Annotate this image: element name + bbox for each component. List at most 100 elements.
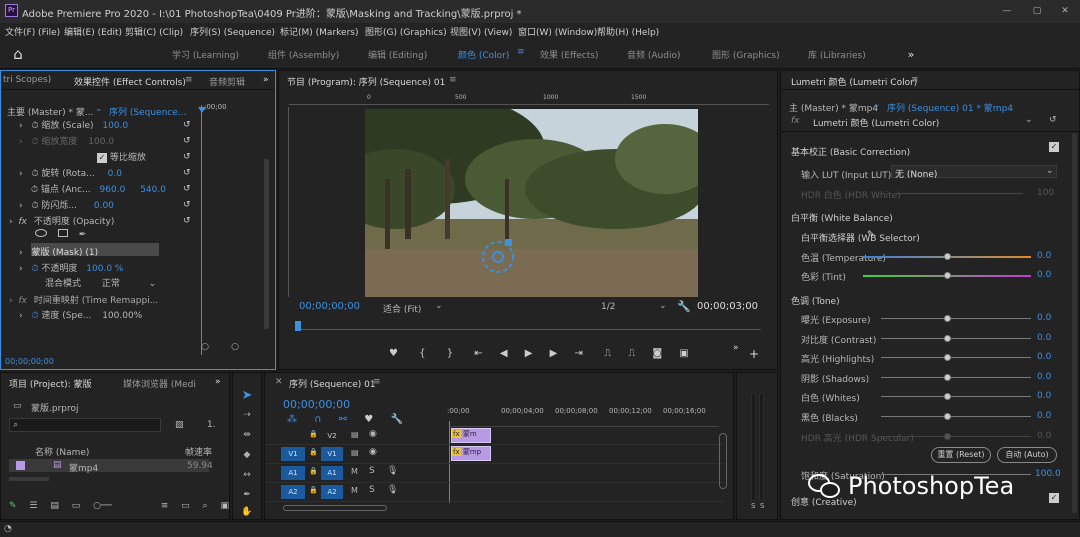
- new-item-icon[interactable]: ▣: [220, 501, 229, 511]
- menu-graphics[interactable]: 图形(G) (Graphics): [365, 25, 447, 38]
- mark-in-icon[interactable]: {: [419, 348, 425, 359]
- workspace-effects[interactable]: 效果 (Effects): [540, 48, 598, 61]
- tab-project[interactable]: 项目 (Project): 蒙版: [9, 377, 92, 390]
- menu-edit[interactable]: 编辑(E) (Edit): [64, 25, 122, 38]
- stopwatch-icon[interactable]: ⏱: [31, 121, 38, 131]
- project-search-input[interactable]: ⌕: [9, 418, 161, 432]
- linked-selection-icon[interactable]: ⚯: [339, 414, 347, 425]
- anchor-y-value[interactable]: 540.0: [140, 185, 166, 195]
- pen-tool-icon[interactable]: ✒: [239, 487, 255, 503]
- folder-icon[interactable]: ▭: [181, 501, 190, 511]
- creative-checkbox[interactable]: ✓: [1049, 493, 1059, 503]
- mask-label[interactable]: 蒙版 (Mask) (1): [31, 248, 98, 258]
- tone-slider[interactable]: [881, 396, 1031, 398]
- snap-icon[interactable]: ∩: [314, 414, 321, 425]
- stopwatch-icon[interactable]: ⏱: [31, 201, 38, 211]
- mark-out-icon[interactable]: }: [447, 348, 453, 359]
- dropdown-icon[interactable]: ⌄: [873, 100, 881, 110]
- step-back-icon[interactable]: ◀: [500, 348, 508, 359]
- project-hscroll[interactable]: [9, 477, 49, 481]
- expand-icon[interactable]: ›: [19, 248, 23, 258]
- ellipse-mask-icon[interactable]: [35, 229, 47, 237]
- tone-knob[interactable]: [944, 315, 951, 322]
- reset-icon[interactable]: ↺: [1049, 115, 1057, 125]
- expand-icon[interactable]: ›: [19, 201, 23, 211]
- menu-clip[interactable]: 剪辑(C) (Clip): [125, 25, 183, 38]
- reset-icon[interactable]: ↺: [183, 117, 193, 133]
- tab-scopes[interactable]: tri Scopes): [3, 75, 51, 85]
- resolution-dropdown[interactable]: 1/2: [601, 302, 615, 312]
- opacity-value[interactable]: 100.0 %: [86, 264, 123, 274]
- reset-icon[interactable]: ↺: [183, 133, 193, 149]
- minimize-icon[interactable]: —: [1000, 4, 1014, 18]
- panel-menu-icon[interactable]: ≡: [185, 75, 193, 85]
- expand-icon[interactable]: ›: [19, 311, 23, 321]
- tone-knob[interactable]: [944, 354, 951, 362]
- program-timecode[interactable]: 00;00;00;00: [299, 301, 360, 312]
- fit-dropdown[interactable]: 适合 (Fit): [383, 302, 421, 315]
- sort-icon[interactable]: ≡: [161, 501, 169, 511]
- lift-icon[interactable]: ⎍: [604, 348, 611, 359]
- microphone-icon[interactable]: 🎙: [387, 485, 398, 495]
- menu-file[interactable]: 文件(F) (File): [5, 25, 60, 38]
- menu-window[interactable]: 窗口(W) (Window): [518, 25, 597, 38]
- reset-icon[interactable]: ↺: [183, 181, 193, 197]
- play-icon[interactable]: ▶: [525, 348, 533, 359]
- lock-icon[interactable]: 🔒: [309, 430, 318, 438]
- tone-header[interactable]: 色调 (Tone): [791, 294, 840, 307]
- auto-button[interactable]: 自动 (Auto): [997, 447, 1057, 463]
- white-balance-header[interactable]: 白平衡 (White Balance): [791, 211, 893, 224]
- reset-icon[interactable]: ↺: [183, 213, 193, 229]
- tone-slider[interactable]: [881, 337, 1031, 339]
- selection-tool-icon[interactable]: ➤: [239, 387, 255, 403]
- solo-icon[interactable]: S: [369, 466, 375, 476]
- tone-slider[interactable]: [881, 357, 1031, 359]
- eyedropper-icon[interactable]: ✎: [867, 230, 875, 240]
- video-frame[interactable]: [365, 109, 698, 297]
- zoom-slider-knob-icon[interactable]: ○: [201, 342, 209, 352]
- freeform-view-icon[interactable]: ▭: [72, 501, 81, 511]
- tone-value[interactable]: 0.0: [1037, 352, 1051, 362]
- project-item-row[interactable]: [9, 459, 209, 472]
- sequence-clip-label[interactable]: 序列 (Sequence...: [109, 105, 186, 118]
- marker-icon[interactable]: ♥: [389, 348, 398, 359]
- workspace-libraries[interactable]: 库 (Libraries): [808, 48, 866, 61]
- close-tab-icon[interactable]: ✕: [275, 377, 283, 387]
- lumetri-effect-dropdown[interactable]: Lumetri 颜色 (Lumetri Color): [813, 116, 939, 129]
- tint-value[interactable]: 0.0: [1037, 270, 1051, 280]
- dropdown-icon[interactable]: ⌄: [1025, 115, 1033, 125]
- search-icon[interactable]: ⌕: [203, 501, 208, 511]
- expand-icon[interactable]: ›: [19, 121, 23, 131]
- stopwatch-icon[interactable]: ⏱: [31, 185, 38, 195]
- checkbox-checked-icon[interactable]: ✓: [97, 153, 107, 163]
- stopwatch-icon[interactable]: ⏱: [31, 169, 38, 179]
- slip-tool-icon[interactable]: ↔: [239, 467, 255, 483]
- ec-playhead[interactable]: [201, 105, 202, 355]
- scale-value[interactable]: 100.0: [102, 121, 128, 131]
- track-select-tool-icon[interactable]: ⇢: [239, 407, 255, 423]
- solo-left-label[interactable]: S: [751, 502, 755, 510]
- icon-view-icon[interactable]: ▤: [50, 501, 59, 511]
- lumetri-master-label[interactable]: 主 (Master) * 蒙mp4: [789, 101, 878, 114]
- pencil-icon[interactable]: ✎: [9, 501, 17, 511]
- microphone-icon[interactable]: 🎙: [387, 466, 398, 476]
- reset-icon[interactable]: ↺: [183, 149, 193, 165]
- blend-mode-value[interactable]: 正常: [102, 279, 120, 289]
- track-name[interactable]: A1: [321, 466, 343, 480]
- menu-sequence[interactable]: 序列(S) (Sequence): [190, 25, 275, 38]
- panel-menu-icon[interactable]: ≡: [911, 75, 919, 85]
- basic-correction-header[interactable]: 基本校正 (Basic Correction): [791, 145, 910, 158]
- panel-menu-icon[interactable]: ≡: [373, 377, 381, 387]
- reset-icon[interactable]: ↺: [183, 165, 193, 181]
- tab-lumetri[interactable]: Lumetri 颜色 (Lumetri Color): [791, 75, 917, 88]
- zoom-slider-icon[interactable]: ○──: [93, 501, 112, 511]
- source-patch[interactable]: A1: [281, 466, 305, 480]
- timeline-vscroll[interactable]: [719, 433, 727, 489]
- menu-help[interactable]: 帮助(H) (Help): [597, 25, 659, 38]
- timeline-timecode[interactable]: 00;00;00;00: [283, 398, 350, 411]
- solo-icon[interactable]: S: [369, 485, 375, 495]
- tone-knob[interactable]: [944, 334, 951, 342]
- list-view-icon[interactable]: ☰: [29, 501, 37, 511]
- export-frame-icon[interactable]: ◙: [652, 348, 662, 359]
- workspace-assembly[interactable]: 组件 (Assembly): [268, 48, 339, 61]
